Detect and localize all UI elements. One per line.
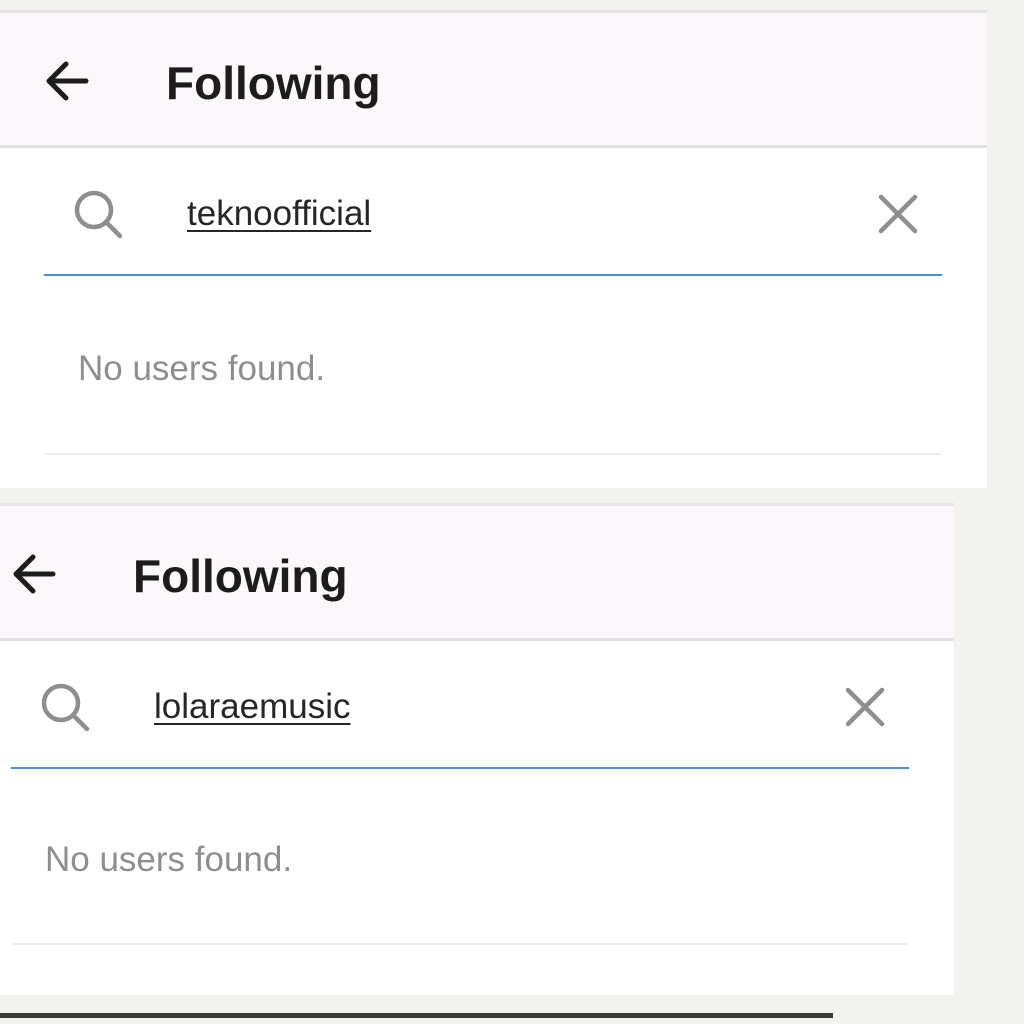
following-screen-1: Following teknoofficial No users found.: [0, 10, 987, 488]
arrow-left-icon[interactable]: [7, 546, 63, 602]
search-bar[interactable]: teknoofficial: [44, 148, 942, 276]
close-icon[interactable]: [876, 192, 920, 236]
search-icon: [74, 190, 123, 239]
divider: [44, 453, 942, 455]
search-input[interactable]: lolaraemusic: [154, 685, 350, 729]
bottom-edge-bar: [0, 1013, 833, 1018]
search-input[interactable]: teknoofficial: [187, 192, 371, 236]
close-icon[interactable]: [843, 685, 887, 729]
empty-results-message: No users found.: [78, 349, 326, 388]
page-title: Following: [133, 550, 348, 602]
empty-results-message: No users found.: [45, 840, 293, 879]
divider: [11, 943, 909, 945]
arrow-left-icon[interactable]: [40, 53, 96, 109]
search-icon: [41, 683, 90, 732]
app-bar: Following: [0, 503, 954, 641]
app-bar: Following: [0, 10, 987, 148]
following-screen-2: Following lolaraemusic No users found.: [0, 503, 954, 995]
page-title: Following: [166, 57, 381, 109]
search-bar[interactable]: lolaraemusic: [11, 641, 909, 769]
